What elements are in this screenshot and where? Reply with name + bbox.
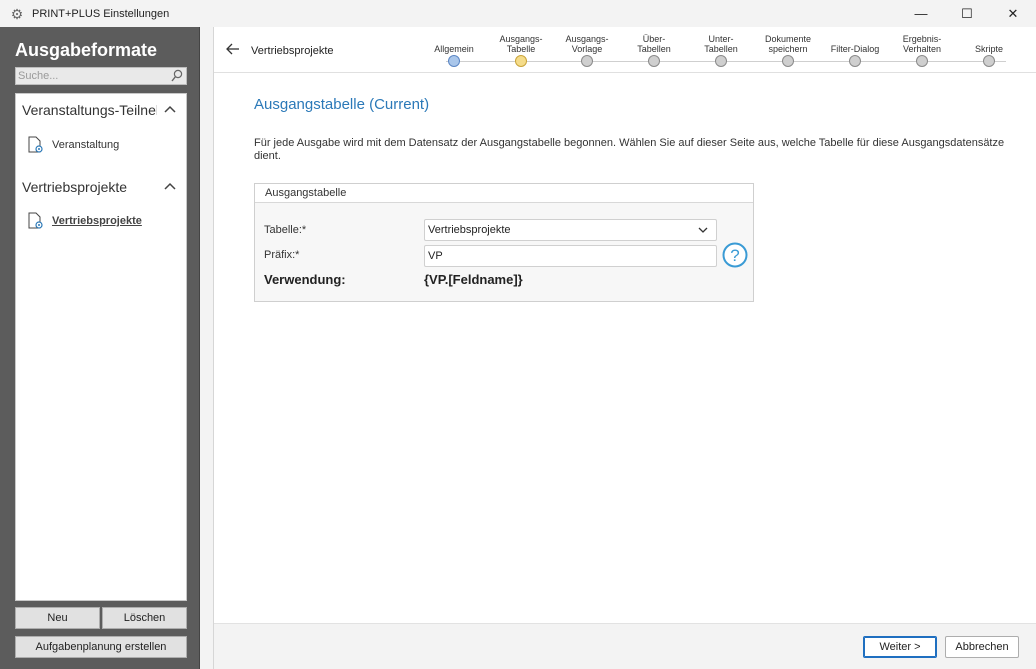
page-description: Für jede Ausgabe wird mit dem Datensatz … bbox=[254, 137, 1005, 162]
search-icon[interactable] bbox=[171, 69, 183, 83]
wizard-step-label-line1: Unter- bbox=[708, 34, 734, 44]
chevron-down-icon bbox=[698, 227, 708, 233]
window-controls: — ☐ ✕ bbox=[898, 0, 1036, 27]
table-select[interactable]: Vertriebsprojekte bbox=[424, 219, 717, 241]
sidebar-title: Ausgabeformate bbox=[15, 40, 158, 60]
next-button[interactable]: Weiter > bbox=[863, 636, 937, 658]
wizard-step[interactable]: Allgemein bbox=[419, 32, 489, 67]
wizard-step-label-line2: Skripte bbox=[974, 44, 1003, 54]
wizard-step-label-line2: Allgemein bbox=[434, 44, 474, 54]
nav-item-label: Veranstaltung bbox=[52, 139, 120, 151]
wizard-step[interactable]: Ausgangs- Tabelle bbox=[486, 32, 556, 67]
wizard-step-label: Ausgangs- Vorlage bbox=[552, 32, 622, 54]
search-box bbox=[15, 67, 187, 85]
wizard-step-label: Über- Tabellen bbox=[619, 32, 689, 54]
nav-group-label: Veranstaltungs-Teilnehmer bbox=[22, 102, 157, 118]
minimize-button[interactable]: — bbox=[898, 0, 944, 27]
wizard-step-label: Ausgangs- Tabelle bbox=[486, 32, 556, 54]
title-bar: ⚙ PRINT+PLUS Einstellungen — ☐ ✕ bbox=[0, 0, 1036, 27]
wizard-step[interactable]: Filter-Dialog bbox=[820, 32, 890, 67]
wizard-step-label: Filter-Dialog bbox=[820, 32, 890, 54]
prefix-label: Präfix:* bbox=[264, 249, 300, 261]
wizard-step[interactable]: Unter- Tabellen bbox=[686, 32, 756, 67]
new-button[interactable]: Neu bbox=[15, 607, 100, 629]
wizard-step-label: Skripte bbox=[954, 32, 1024, 54]
table-label: Tabelle:* bbox=[264, 224, 307, 236]
wizard-step-label-line2: Tabelle bbox=[506, 44, 536, 54]
wizard-step-indicator bbox=[983, 55, 995, 67]
cancel-button[interactable]: Abbrechen bbox=[945, 636, 1019, 658]
nav-group-label: Vertriebsprojekte bbox=[22, 179, 128, 195]
wizard-step-label: Dokumente speichern bbox=[753, 32, 823, 54]
nav-item-vertriebsprojekte[interactable]: Vertriebsprojekte bbox=[26, 210, 142, 232]
help-icon[interactable]: ? bbox=[722, 242, 748, 268]
wizard-step-label-line1: Ausgangs- bbox=[499, 34, 543, 44]
wizard-step-indicator bbox=[916, 55, 928, 67]
wizard-step-label: Ergebnis- Verhalten bbox=[887, 32, 957, 54]
wizard-step-indicator bbox=[581, 55, 593, 67]
nav-item-veranstaltung[interactable]: Veranstaltung bbox=[26, 134, 119, 156]
search-input[interactable] bbox=[16, 68, 166, 84]
wizard-step-label-line1: Ausgangs- bbox=[565, 34, 609, 44]
gear-icon: ⚙ bbox=[10, 5, 24, 22]
wizard-step-indicator bbox=[448, 55, 460, 67]
breadcrumb: Vertriebsprojekte bbox=[251, 45, 334, 57]
chevron-up-icon[interactable] bbox=[164, 181, 176, 191]
wizard-step-label: Allgemein bbox=[419, 32, 489, 54]
wizard-step[interactable]: Über- Tabellen bbox=[619, 32, 689, 67]
close-button[interactable]: ✕ bbox=[990, 0, 1036, 27]
group-title: Ausgangstabelle bbox=[255, 184, 753, 203]
wizard-step-label-line2: Filter-Dialog bbox=[830, 44, 880, 54]
page-title: Ausgangstabelle (Current) bbox=[254, 96, 430, 113]
sidebar: Ausgabeformate Veranstaltungs-Teilnehmer… bbox=[0, 27, 200, 669]
wizard-step-label-line2: Tabellen bbox=[704, 44, 738, 54]
wizard-step-label-line1: Über- bbox=[642, 34, 666, 44]
wizard-step[interactable]: Ausgangs- Vorlage bbox=[552, 32, 622, 67]
wizard-step-indicator bbox=[648, 55, 660, 67]
usage-label: Verwendung: bbox=[264, 272, 346, 287]
wizard-step-label-line1: Dokumente bbox=[764, 34, 812, 44]
wizard-step-label-line2: Verhalten bbox=[902, 44, 942, 54]
window-title: PRINT+PLUS Einstellungen bbox=[32, 7, 170, 20]
wizard-header: Vertriebsprojekte Allgemein Ausgangs- Tabe… bbox=[214, 27, 1036, 73]
wizard-step-label-line2: Tabellen bbox=[637, 44, 671, 54]
source-table-group: Ausgangstabelle Tabelle:* Vertriebsproje… bbox=[254, 183, 754, 302]
svg-text:?: ? bbox=[730, 246, 739, 265]
main-panel: Vertriebsprojekte Allgemein Ausgangs- Tabe… bbox=[213, 27, 1036, 669]
table-select-value: Vertriebsprojekte bbox=[428, 224, 511, 236]
prefix-input[interactable]: VP bbox=[424, 245, 717, 267]
wizard-step-label-line2: speichern bbox=[768, 44, 808, 54]
nav-group-veranstaltungs-teilnehmer[interactable]: Veranstaltungs-Teilnehmer bbox=[16, 95, 186, 125]
wizard-step[interactable]: Skripte bbox=[954, 32, 1024, 67]
wizard-step-label-line1: Ergebnis- bbox=[902, 34, 942, 44]
footer: Weiter > Abbrechen bbox=[214, 623, 1036, 669]
wizard-step-indicator bbox=[715, 55, 727, 67]
usage-value: {VP.[Feldname]} bbox=[424, 272, 523, 287]
wizard-step[interactable]: Dokumente speichern bbox=[753, 32, 823, 67]
wizard-step-label: Unter- Tabellen bbox=[686, 32, 756, 54]
wizard-step-indicator bbox=[782, 55, 794, 67]
back-arrow-icon[interactable] bbox=[226, 43, 240, 55]
nav-panel: Veranstaltungs-Teilnehmer Veranstaltung … bbox=[15, 93, 187, 601]
chevron-up-icon[interactable] bbox=[164, 104, 176, 114]
document-settings-icon bbox=[28, 212, 43, 229]
wizard-step-indicator bbox=[515, 55, 527, 67]
document-settings-icon bbox=[28, 136, 43, 153]
nav-group-vertriebsprojekte[interactable]: Vertriebsprojekte bbox=[16, 172, 186, 202]
maximize-button[interactable]: ☐ bbox=[944, 0, 990, 27]
wizard-step[interactable]: Ergebnis- Verhalten bbox=[887, 32, 957, 67]
wizard-step-indicator bbox=[849, 55, 861, 67]
nav-item-label: Vertriebsprojekte bbox=[52, 215, 142, 227]
schedule-task-button[interactable]: Aufgabenplanung erstellen bbox=[15, 636, 187, 658]
delete-button[interactable]: Löschen bbox=[102, 607, 187, 629]
wizard-step-label-line2: Vorlage bbox=[571, 44, 603, 54]
